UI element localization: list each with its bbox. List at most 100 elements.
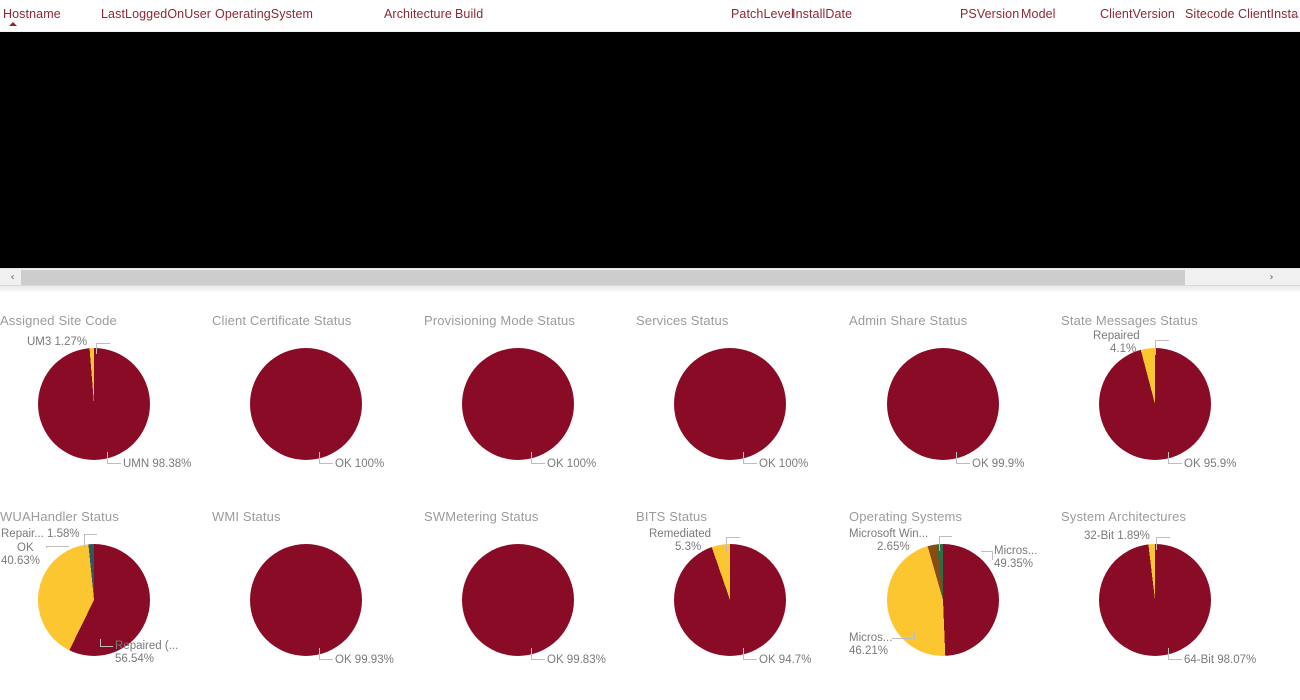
- column-header-lastloggedonuser[interactable]: LastLoggedOnUser: [101, 7, 211, 21]
- scrollbar-track[interactable]: [21, 269, 1262, 286]
- chart-title: Provisioning Mode Status: [424, 313, 576, 328]
- pie-wrap: OK 99.83%: [423, 540, 613, 670]
- slice-label-os2-name: Micros...: [849, 632, 893, 644]
- leader-line: [96, 343, 110, 354]
- chart-title: WMI Status: [212, 509, 281, 524]
- chart-title: WUAHandler Status: [0, 509, 119, 524]
- slice-label-ok: OK 100%: [547, 458, 597, 470]
- panel-shadow: [0, 285, 1300, 293]
- column-header-build[interactable]: Build: [455, 7, 483, 21]
- column-header-installdate[interactable]: InstallDate: [792, 7, 852, 21]
- chart-provisioning-mode-status[interactable]: Provisioning Mode Status OK 100%: [418, 296, 630, 492]
- leader-line: [100, 639, 113, 647]
- pie-chart[interactable]: [887, 348, 999, 460]
- chart-title: Services Status: [636, 313, 729, 328]
- pie-wrap: Repair... 1.58% OK 40.63% Repaired (... …: [0, 528, 189, 670]
- pie-wrap: OK 99.93%: [211, 540, 401, 670]
- leader-line: [1168, 648, 1182, 660]
- pie-wrap: 32-Bit 1.89% 64-Bit 98.07%: [1060, 530, 1256, 670]
- slice-label-ok: OK 99.93%: [335, 654, 394, 666]
- leader-line: [956, 452, 970, 464]
- slice-label-32bit: 32-Bit 1.89%: [1084, 530, 1150, 542]
- leader-line: [1168, 452, 1182, 464]
- slice-label-os3-value: 2.65%: [877, 541, 910, 553]
- column-header-hostname[interactable]: Hostname: [3, 7, 61, 21]
- column-header-clientinstalled[interactable]: ClientInsta: [1238, 7, 1298, 21]
- slice-label-umn: UMN 98.38%: [123, 458, 192, 470]
- pie-chart[interactable]: [250, 544, 362, 656]
- chart-title: Assigned Site Code: [0, 313, 117, 328]
- horizontal-scrollbar[interactable]: ‹ ›: [0, 268, 1300, 286]
- pie-chart[interactable]: [38, 348, 150, 460]
- chart-title: Admin Share Status: [849, 313, 968, 328]
- chevron-up-icon[interactable]: ^: [1292, 12, 1298, 24]
- slice-label-um3: UM3 1.27%: [27, 336, 88, 348]
- chart-title: State Messages Status: [1061, 313, 1198, 328]
- slice-label-ok: OK 95.9%: [1184, 458, 1237, 470]
- slice-label-remediated-name: Remediated: [649, 528, 712, 540]
- chart-system-architectures[interactable]: System Architectures 32-Bit 1.89% 64-Bit…: [1055, 492, 1267, 688]
- status-charts-area: Assigned Site Code UM3 1.27% UMN 98.38% …: [0, 296, 1300, 700]
- grid-column-header-row[interactable]: Hostname LastLoggedOnUser OperatingSyste…: [0, 0, 1300, 32]
- leader-line: [1156, 537, 1170, 550]
- slice-label-repaired-name: Repaired (...: [115, 640, 179, 652]
- column-header-architecture[interactable]: Architecture: [384, 7, 452, 21]
- slice-label-repaired-value: 4.1%: [1110, 343, 1137, 355]
- column-header-clientversion[interactable]: ClientVersion: [1100, 7, 1175, 21]
- leader-line: [981, 551, 993, 560]
- slice-label-os1-value: 49.35%: [994, 558, 1034, 570]
- scrollbar-thumb[interactable]: [21, 270, 1185, 285]
- slice-label-ok-name: OK: [17, 542, 34, 554]
- chart-assigned-site-code[interactable]: Assigned Site Code UM3 1.27% UMN 98.38%: [0, 296, 206, 492]
- slice-label-os1-name: Micros...: [994, 545, 1038, 557]
- pie-chart[interactable]: [887, 544, 999, 656]
- chart-client-certificate-status[interactable]: Client Certificate Status OK 100%: [206, 296, 418, 492]
- chart-title: Operating Systems: [849, 509, 963, 524]
- leader-line: [84, 534, 97, 548]
- pie-chart[interactable]: [462, 348, 574, 460]
- leader-line: [743, 648, 757, 660]
- slice-label-os2-value: 46.21%: [849, 645, 889, 657]
- pie-chart[interactable]: [674, 544, 786, 656]
- pie-chart[interactable]: [1099, 544, 1211, 656]
- column-header-psversion[interactable]: PSVersion: [960, 7, 1019, 21]
- column-header-model[interactable]: Model: [1021, 7, 1056, 21]
- chart-wuahandler-status[interactable]: WUAHandler Status Repair... 1.58% OK 40.…: [0, 492, 206, 688]
- column-header-patchlevel[interactable]: PatchLevel: [731, 7, 794, 21]
- slice-label-repair-other: Repair... 1.58%: [1, 528, 80, 540]
- leader-line: [743, 452, 757, 464]
- pie-wrap: Remediated 5.3% OK 94.7%: [635, 528, 825, 670]
- pie-wrap: Repaired 4.1% OK 95.9%: [1060, 330, 1250, 474]
- column-header-operatingsystem[interactable]: OperatingSystem: [215, 7, 313, 21]
- pie-wrap: Microsoft Win... 2.65% Micros... 49.35% …: [848, 528, 1038, 670]
- slice-label-os3-name: Microsoft Win...: [849, 528, 929, 540]
- grid-rows-area[interactable]: [0, 32, 1300, 268]
- chart-bits-status[interactable]: BITS Status Remediated 5.3% OK 94.7%: [630, 492, 842, 688]
- chart-operating-systems[interactable]: Operating Systems Microsoft Win... 2.65%…: [843, 492, 1055, 688]
- scroll-right-arrow-icon[interactable]: ›: [1263, 269, 1280, 286]
- slice-label-ok: OK 100%: [759, 458, 809, 470]
- chart-wmi-status[interactable]: WMI Status OK 99.93%: [206, 492, 418, 688]
- column-header-sitecode[interactable]: Sitecode: [1185, 7, 1234, 21]
- chart-admin-share-status[interactable]: Admin Share Status OK 99.9%: [843, 296, 1055, 492]
- slice-label-repaired-value: 56.54%: [115, 653, 155, 665]
- leader-line: [531, 648, 545, 660]
- pie-chart[interactable]: [1099, 348, 1211, 460]
- scroll-left-arrow-icon[interactable]: ‹: [4, 269, 21, 286]
- slice-label-ok-value: 40.63%: [1, 555, 41, 567]
- leader-line: [46, 546, 69, 548]
- chart-swmetering-status[interactable]: SWMetering Status OK 99.83%: [418, 492, 630, 688]
- pie-wrap: OK 99.9%: [848, 344, 1038, 474]
- chart-services-status[interactable]: Services Status OK 100%: [630, 296, 842, 492]
- leader-line: [319, 452, 333, 464]
- pie-chart[interactable]: [462, 544, 574, 656]
- pie-chart[interactable]: [250, 348, 362, 460]
- leader-line: [1155, 340, 1169, 355]
- pie-wrap: UM3 1.27% UMN 98.38%: [0, 336, 192, 474]
- leader-line: [531, 452, 545, 464]
- device-grid-panel: Hostname LastLoggedOnUser OperatingSyste…: [0, 0, 1300, 293]
- chart-state-messages-status[interactable]: State Messages Status Repaired 4.1% OK 9…: [1055, 296, 1267, 492]
- leader-line: [892, 632, 915, 639]
- sort-ascending-icon[interactable]: [9, 22, 17, 26]
- pie-chart[interactable]: [674, 348, 786, 460]
